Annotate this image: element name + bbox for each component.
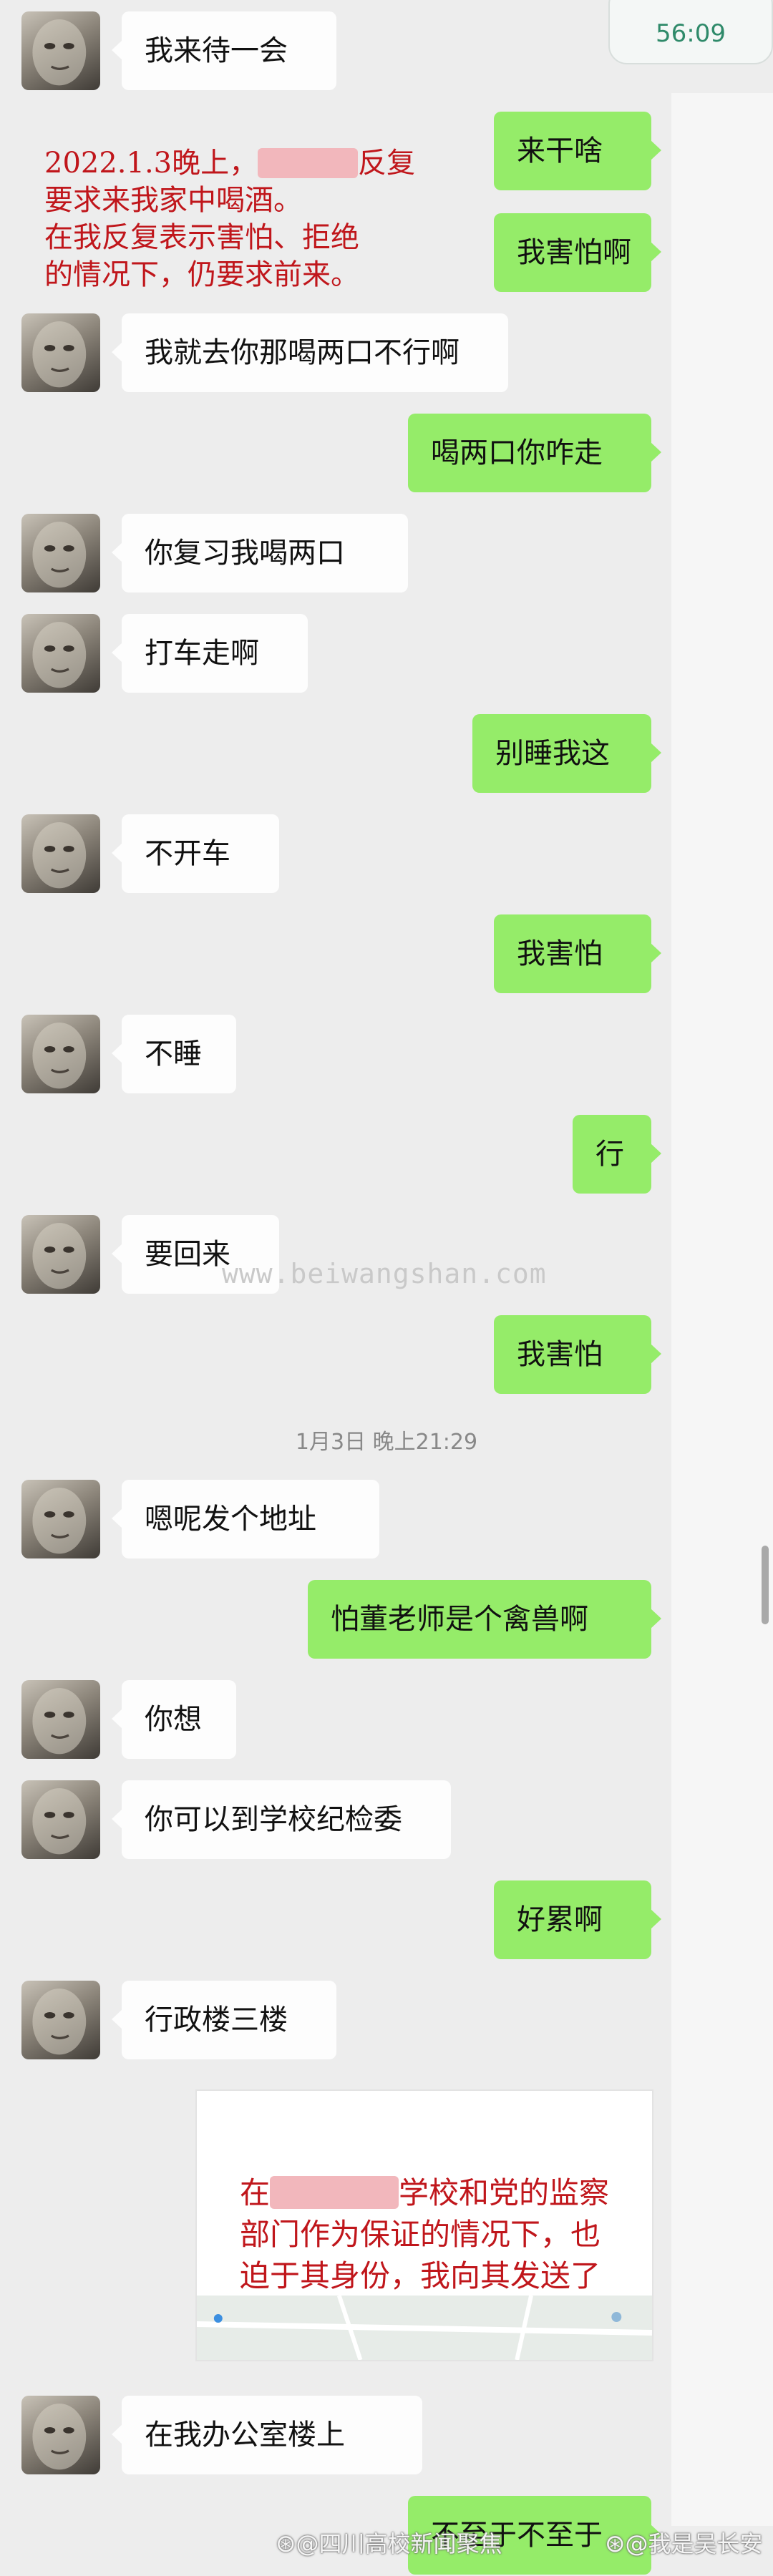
- contact-avatar[interactable]: [21, 11, 100, 90]
- contact-avatar[interactable]: [21, 2396, 100, 2474]
- contact-avatar[interactable]: [21, 1680, 100, 1759]
- incoming-message-bubble[interactable]: 你可以到学校纪检委: [112, 1780, 451, 1859]
- weibo-source-right-text: @我是吴长安: [625, 2530, 763, 2557]
- incoming-message-bubble[interactable]: 不睡: [112, 1015, 236, 1093]
- annotation-1-body: 要求来我家中喝酒。 在我反复表示害怕、拒绝 的情况下，仍要求前来。: [44, 184, 359, 291]
- weibo-icon: ⊛: [276, 2529, 296, 2558]
- contact-avatar[interactable]: [21, 614, 100, 693]
- message-row: 嗯呢发个地址: [0, 1474, 773, 1560]
- message-row: 你想: [0, 1674, 773, 1760]
- annotation-1-after: 反复: [358, 147, 416, 180]
- outgoing-message-bubble[interactable]: 行: [573, 1115, 661, 1194]
- message-row: 喝两口你咋走: [0, 408, 773, 494]
- annotation-2-start: 在: [240, 2175, 271, 2210]
- contact-avatar[interactable]: [21, 814, 100, 893]
- contact-avatar[interactable]: [21, 514, 100, 592]
- incoming-message-bubble[interactable]: 行政楼三楼: [112, 1981, 336, 2059]
- map-thumbnail: [197, 2296, 652, 2360]
- message-row: 行政楼三楼: [0, 1975, 773, 2061]
- message-row: 怕董老师是个禽兽啊: [0, 1574, 773, 1660]
- message-row: 你复习我喝两口: [0, 508, 773, 594]
- outgoing-message-bubble[interactable]: 我害怕啊: [494, 213, 661, 292]
- outgoing-message-bubble[interactable]: 我害怕: [494, 1315, 661, 1394]
- contact-avatar[interactable]: [21, 1215, 100, 1294]
- outgoing-message-bubble[interactable]: 怕董老师是个禽兽啊: [308, 1580, 661, 1659]
- message-row: 我来待一会: [0, 6, 773, 92]
- incoming-message-bubble[interactable]: 嗯呢发个地址: [112, 1480, 379, 1558]
- contact-avatar[interactable]: [21, 1780, 100, 1859]
- message-row: 别睡我这: [0, 708, 773, 794]
- message-row: 不开车: [0, 809, 773, 894]
- outgoing-message-bubble[interactable]: 别睡我这: [472, 714, 661, 793]
- watermark-text: www.beiwangshan.com: [222, 1258, 547, 1289]
- message-row: 在我办公室楼上: [0, 2390, 773, 2476]
- redaction-box: [258, 148, 359, 178]
- incoming-message-bubble[interactable]: 打车走啊: [112, 614, 308, 693]
- weibo-source-left: ⊛@四川高校新闻聚焦: [276, 2526, 502, 2559]
- message-row: 不睡: [0, 1009, 773, 1095]
- weibo-source-right: ⊛@我是吴长安: [605, 2526, 763, 2559]
- incoming-message-bubble[interactable]: 不开车: [112, 814, 279, 893]
- message-row: 打车走啊: [0, 608, 773, 694]
- location-card[interactable]: 在学校和党的监察 部门作为保证的情况下，也 迫于其身份，我向其发送了 地址。: [195, 2089, 653, 2361]
- outgoing-message-bubble[interactable]: 我害怕: [494, 914, 661, 993]
- weibo-icon: ⊛: [605, 2529, 626, 2558]
- message-row: 我害怕: [0, 909, 773, 995]
- incoming-message-bubble[interactable]: 在我办公室楼上: [112, 2396, 422, 2474]
- outgoing-message-bubble[interactable]: 来干啥: [494, 112, 661, 190]
- annotation-2-after: 学校和党的监察: [399, 2175, 610, 2210]
- incoming-message-bubble[interactable]: 你复习我喝两口: [112, 514, 408, 592]
- incoming-message-bubble[interactable]: 你想: [112, 1680, 236, 1759]
- annotation-1: 2022.1.3晚上， 反复 要求来我家中喝酒。 在我反复表示害怕、拒绝 的情况下…: [44, 107, 474, 331]
- message-row: 好累啊: [0, 1875, 773, 1961]
- message-row: 你可以到学校纪检委: [0, 1775, 773, 1860]
- weibo-source-left-text: @四川高校新闻聚焦: [296, 2530, 502, 2557]
- contact-avatar[interactable]: [21, 1015, 100, 1093]
- message-row: 行: [0, 1109, 773, 1195]
- outgoing-message-bubble[interactable]: 喝两口你咋走: [408, 414, 661, 492]
- incoming-message-bubble[interactable]: 我来待一会: [112, 11, 336, 90]
- outgoing-message-bubble[interactable]: 好累啊: [494, 1880, 661, 1959]
- annotation-1-date: 2022.1.3晚上，: [44, 147, 258, 180]
- message-row: 我害怕: [0, 1309, 773, 1395]
- message-timestamp: 1月3日 晚上21:29: [295, 1430, 478, 1455]
- redaction-box: [270, 2176, 399, 2209]
- contact-avatar[interactable]: [21, 1981, 100, 2059]
- contact-avatar[interactable]: [21, 1480, 100, 1558]
